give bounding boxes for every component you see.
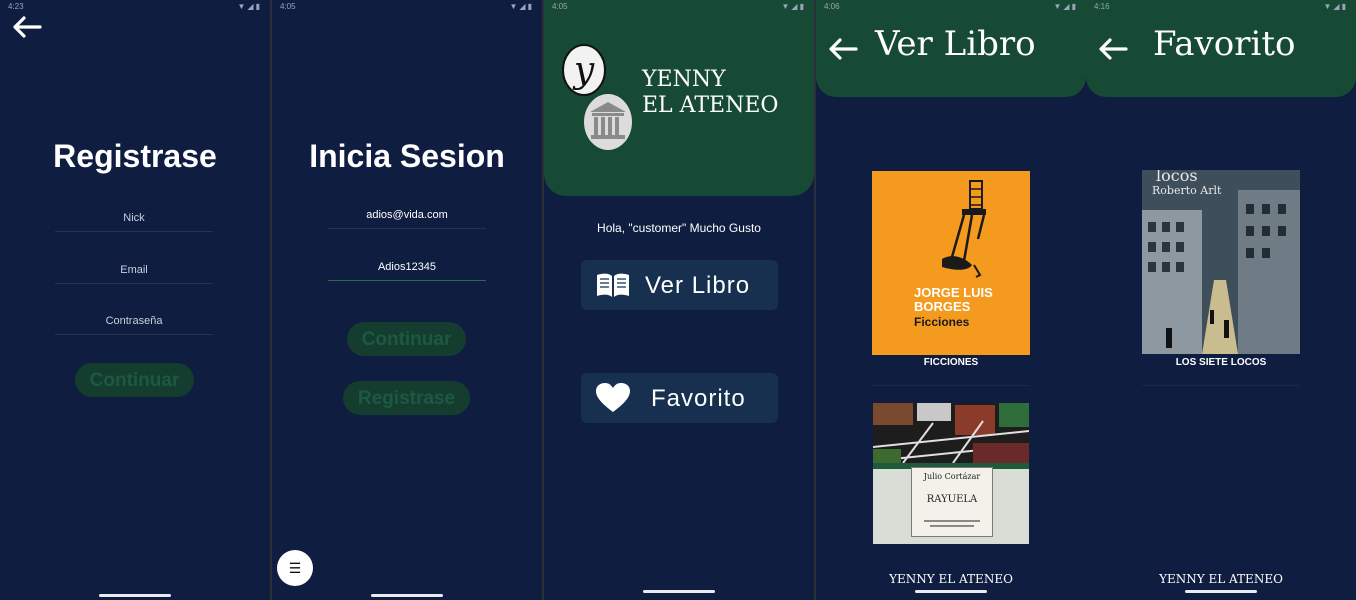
- continue-button[interactable]: Continuar: [75, 363, 194, 397]
- nick-field[interactable]: Nick: [55, 212, 213, 232]
- ver-libro-label: Ver Libro: [645, 272, 751, 299]
- status-time: 4:05: [280, 2, 296, 11]
- home-screen: 4:05 ▼◢▮ y YENNY EL ATENEO Hola, "custom…: [544, 0, 814, 600]
- ver-libro-button[interactable]: Ver Libro: [581, 260, 778, 310]
- book-cover-author: Roberto Arlt: [1152, 184, 1222, 197]
- favorito-screen: 4:16 ▼◢▮ Favorito locos Roberto Arlt LOS…: [1086, 0, 1356, 600]
- password-field[interactable]: Contraseña: [55, 315, 213, 335]
- register-button[interactable]: Registrase: [343, 381, 470, 415]
- menu-lines-icon: ☰: [288, 560, 302, 576]
- status-time: 4:16: [1094, 2, 1110, 11]
- status-bar: 4:05 ▼◢▮: [544, 0, 814, 14]
- city-photo: [1142, 170, 1300, 354]
- page-title: Registrase: [53, 138, 217, 174]
- back-arrow-icon[interactable]: [12, 16, 42, 38]
- cover-fine-print: [930, 525, 974, 527]
- book-cover-title: RAYUELA: [926, 494, 978, 505]
- yenny-logo: y: [562, 44, 606, 96]
- status-icons: ▼◢▮: [1323, 2, 1348, 11]
- status-time: 4:05: [552, 2, 568, 11]
- ver-libro-screen: 4:06 ▼◢▮ Ver Libro JORGE LUIS BORGES Fic…: [816, 0, 1086, 600]
- status-time: 4:06: [824, 2, 840, 11]
- register-screen: 4:23 ▼◢▮ Registrase Nick Email Contraseñ…: [0, 0, 270, 600]
- back-arrow-icon[interactable]: [1098, 38, 1128, 60]
- menu-fab[interactable]: ☰: [277, 550, 313, 586]
- brand-footer: YENNY EL ATENEO: [1159, 572, 1283, 586]
- email-field[interactable]: adios@vida.com: [328, 209, 486, 229]
- heart-icon: [596, 383, 630, 412]
- book-card[interactable]: Julio Cortázar RAYUELA: [873, 403, 1029, 544]
- home-indicator[interactable]: [915, 590, 987, 593]
- book-card[interactable]: locos Roberto Arlt: [1142, 170, 1300, 354]
- status-time: 4:23: [8, 2, 24, 11]
- status-bar: 4:16 ▼◢▮: [1086, 0, 1356, 14]
- home-indicator[interactable]: [643, 590, 715, 593]
- status-bar: 4:23 ▼◢▮: [0, 0, 270, 14]
- cover-fine-print: [924, 520, 980, 522]
- brand-footer: YENNY EL ATENEO: [889, 572, 1013, 586]
- page-title: Favorito: [1153, 24, 1296, 64]
- open-book-icon: [597, 273, 629, 297]
- book-card[interactable]: JORGE LUIS BORGES Ficciones: [872, 171, 1030, 355]
- chair-illustration: [942, 180, 986, 278]
- divider: [1142, 385, 1300, 386]
- page-title: Inicia Sesion: [309, 138, 505, 174]
- book-caption: LOS SIETE LOCOS: [1175, 357, 1267, 368]
- favorito-button[interactable]: Favorito: [581, 373, 778, 423]
- favorito-label: Favorito: [651, 385, 746, 412]
- password-field[interactable]: Adios12345: [328, 261, 486, 281]
- book-cover-title: Ficciones: [914, 315, 970, 329]
- brand-name-line1: YENNY: [642, 67, 726, 92]
- book-author-line2: BORGES: [914, 299, 971, 314]
- status-icons: ▼◢▮: [237, 2, 262, 11]
- home-indicator[interactable]: [371, 594, 443, 597]
- greeting-text: Hola, "customer" Mucho Gusto: [597, 221, 761, 235]
- rayuela-label-box: Julio Cortázar RAYUELA: [911, 467, 993, 537]
- rayuela-cover-art: [873, 403, 1029, 463]
- continue-button[interactable]: Continuar: [347, 322, 466, 356]
- status-bar: 4:06 ▼◢▮: [816, 0, 1086, 14]
- status-icons: ▼◢▮: [1053, 2, 1078, 11]
- home-indicator[interactable]: [1185, 590, 1257, 593]
- book-cover-title-fragment: locos: [1156, 170, 1198, 185]
- status-icons: ▼◢▮: [509, 2, 534, 11]
- book-author-line1: JORGE LUIS: [914, 285, 993, 300]
- back-arrow-icon[interactable]: [828, 38, 858, 60]
- book-cover-author: Julio Cortázar: [923, 472, 981, 481]
- home-indicator[interactable]: [99, 594, 171, 597]
- email-field[interactable]: Email: [55, 264, 213, 284]
- status-bar: 4:05 ▼◢▮: [272, 0, 542, 14]
- svg-text:y: y: [572, 50, 595, 91]
- login-screen: 4:05 ▼◢▮ Inicia Sesion adios@vida.com Ad…: [272, 0, 542, 600]
- ateneo-logo: [584, 94, 632, 150]
- brand-name-line2: EL ATENEO: [642, 93, 779, 118]
- status-icons: ▼◢▮: [781, 2, 806, 11]
- page-title: Ver Libro: [875, 24, 1036, 64]
- divider: [872, 385, 1030, 386]
- book-caption: FICCIONES: [923, 357, 979, 368]
